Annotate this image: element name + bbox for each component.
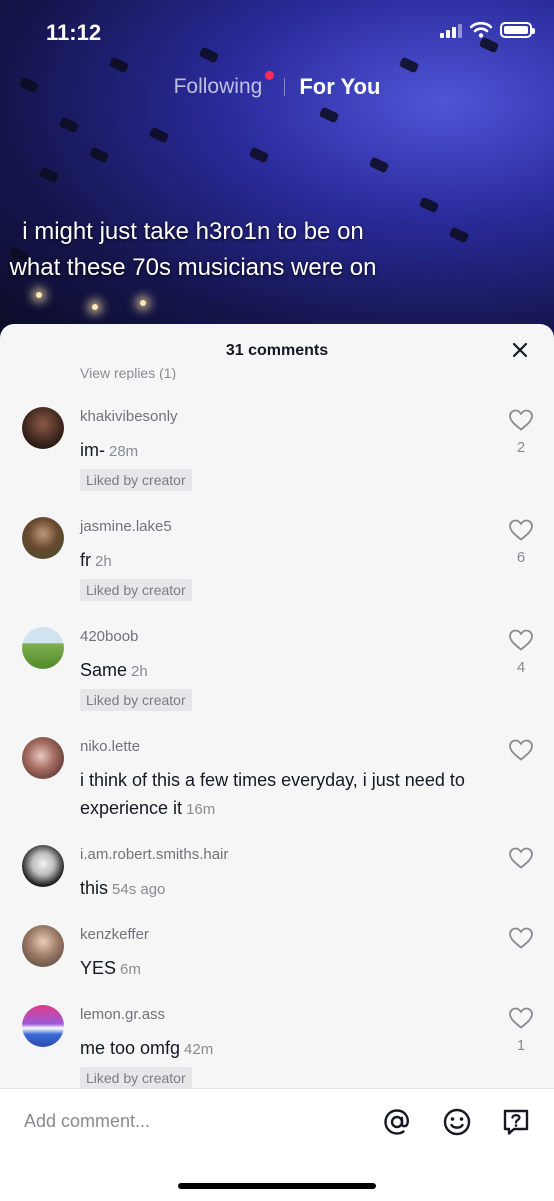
avatar[interactable] xyxy=(22,517,64,559)
comment-username[interactable]: lemon.gr.ass xyxy=(80,1006,165,1023)
liked-by-creator-badge: Liked by creator xyxy=(80,1067,192,1089)
comment-username[interactable]: kenzkeffer xyxy=(80,926,149,943)
tab-for-you[interactable]: For You xyxy=(299,74,380,100)
heart-icon xyxy=(509,927,533,949)
liked-by-creator-badge: Liked by creator xyxy=(80,469,192,491)
home-indicator[interactable] xyxy=(178,1183,376,1189)
comment-time: 54s ago xyxy=(112,881,166,898)
status-time: 11:12 xyxy=(46,20,102,45)
comment-input-bar: Add comment... xyxy=(0,1088,554,1201)
like-count: 2 xyxy=(516,439,526,456)
comment-text: Same 2h xyxy=(80,656,490,686)
liked-by-creator-badge: Liked by creator xyxy=(80,689,192,711)
comment-username[interactable]: jasmine.lake5 xyxy=(80,518,172,535)
question-icon[interactable] xyxy=(501,1107,531,1137)
comment-body: YES xyxy=(80,958,117,978)
comment-time: 42m xyxy=(184,1041,214,1058)
comment-username[interactable]: niko.lette xyxy=(80,738,140,755)
comment-body: Same xyxy=(80,660,128,680)
comment-item: niko.lette i think of this a few times e… xyxy=(0,728,554,836)
like-button[interactable] xyxy=(508,738,534,769)
comment-time: 2h xyxy=(95,553,112,570)
like-button[interactable]: 6 xyxy=(508,518,534,566)
tab-divider xyxy=(284,78,286,96)
like-button[interactable] xyxy=(508,926,534,957)
comment-body: i think of this a few times everyday, i … xyxy=(80,770,465,818)
feed-tabs: Following For You xyxy=(0,71,554,100)
comment-time: 16m xyxy=(186,801,216,818)
like-button[interactable]: 2 xyxy=(508,408,534,456)
signal-icon xyxy=(440,22,462,38)
heart-icon xyxy=(509,409,533,431)
like-count: 4 xyxy=(516,659,526,676)
avatar[interactable] xyxy=(22,1005,64,1047)
heart-icon xyxy=(509,519,533,541)
comment-item: khakivibesonly im- 28m Liked by creator 2 xyxy=(0,398,554,508)
status-icons xyxy=(440,22,535,38)
tab-following[interactable]: Following xyxy=(173,71,275,99)
comment-time: 2h xyxy=(131,663,148,680)
comment-time: 6m xyxy=(120,961,141,978)
comment-text: fr 2h xyxy=(80,546,490,576)
comment-item: kenzkeffer YES 6m xyxy=(0,916,554,996)
at-icon[interactable] xyxy=(382,1107,412,1137)
comment-item: jasmine.lake5 fr 2h Liked by creator 6 xyxy=(0,508,554,618)
comment-text: me too omfg 42m xyxy=(80,1034,490,1064)
notification-dot xyxy=(265,71,275,80)
like-count: 1 xyxy=(516,1037,526,1054)
heart-icon xyxy=(509,847,533,869)
comment-item: 420boob Same 2h Liked by creator 4 xyxy=(0,618,554,728)
view-replies-link[interactable]: View replies (1) xyxy=(80,368,176,380)
comment-count-title: 31 comments xyxy=(225,342,329,359)
tab-following-label: Following xyxy=(173,75,263,98)
heart-icon xyxy=(509,739,533,761)
like-button[interactable]: 1 xyxy=(508,1006,534,1054)
wifi-icon xyxy=(470,22,492,38)
avatar[interactable] xyxy=(22,627,64,669)
avatar[interactable] xyxy=(22,737,64,779)
avatar[interactable] xyxy=(22,845,64,887)
comment-text: i think of this a few times everyday, i … xyxy=(80,766,490,824)
comment-username[interactable]: khakivibesonly xyxy=(80,408,178,425)
comment-body: me too omfg xyxy=(80,1038,181,1058)
comment-text: YES 6m xyxy=(80,954,490,984)
video-caption: i might just take h3ro1n to be on what t… xyxy=(9,218,377,281)
close-icon[interactable] xyxy=(508,338,532,362)
add-comment-input[interactable]: Add comment... xyxy=(24,1111,150,1132)
emoji-icon[interactable] xyxy=(442,1107,472,1137)
avatar[interactable] xyxy=(22,925,64,967)
comment-text: this 54s ago xyxy=(80,874,490,904)
status-bar: 11:12 xyxy=(0,0,554,64)
avatar[interactable] xyxy=(22,407,64,449)
comment-time: 28m xyxy=(109,443,139,460)
comment-body: im- xyxy=(80,440,105,460)
like-count: 6 xyxy=(516,549,526,566)
comment-body: fr xyxy=(80,550,91,570)
heart-icon xyxy=(509,629,533,651)
comment-username[interactable]: 420boob xyxy=(80,628,138,645)
like-button[interactable]: 4 xyxy=(508,628,534,676)
comment-username[interactable]: i.am.robert.smiths.hair xyxy=(80,846,228,863)
comment-item: i.am.robert.smiths.hair this 54s ago xyxy=(0,836,554,916)
comment-text: im- 28m xyxy=(80,436,490,466)
heart-icon xyxy=(509,1007,533,1029)
comments-sheet: 31 comments View replies (1) khakivibeso… xyxy=(0,324,554,1200)
like-button[interactable] xyxy=(508,846,534,877)
liked-by-creator-badge: Liked by creator xyxy=(80,579,192,601)
battery-icon xyxy=(500,22,535,38)
comment-body: this xyxy=(80,878,109,898)
